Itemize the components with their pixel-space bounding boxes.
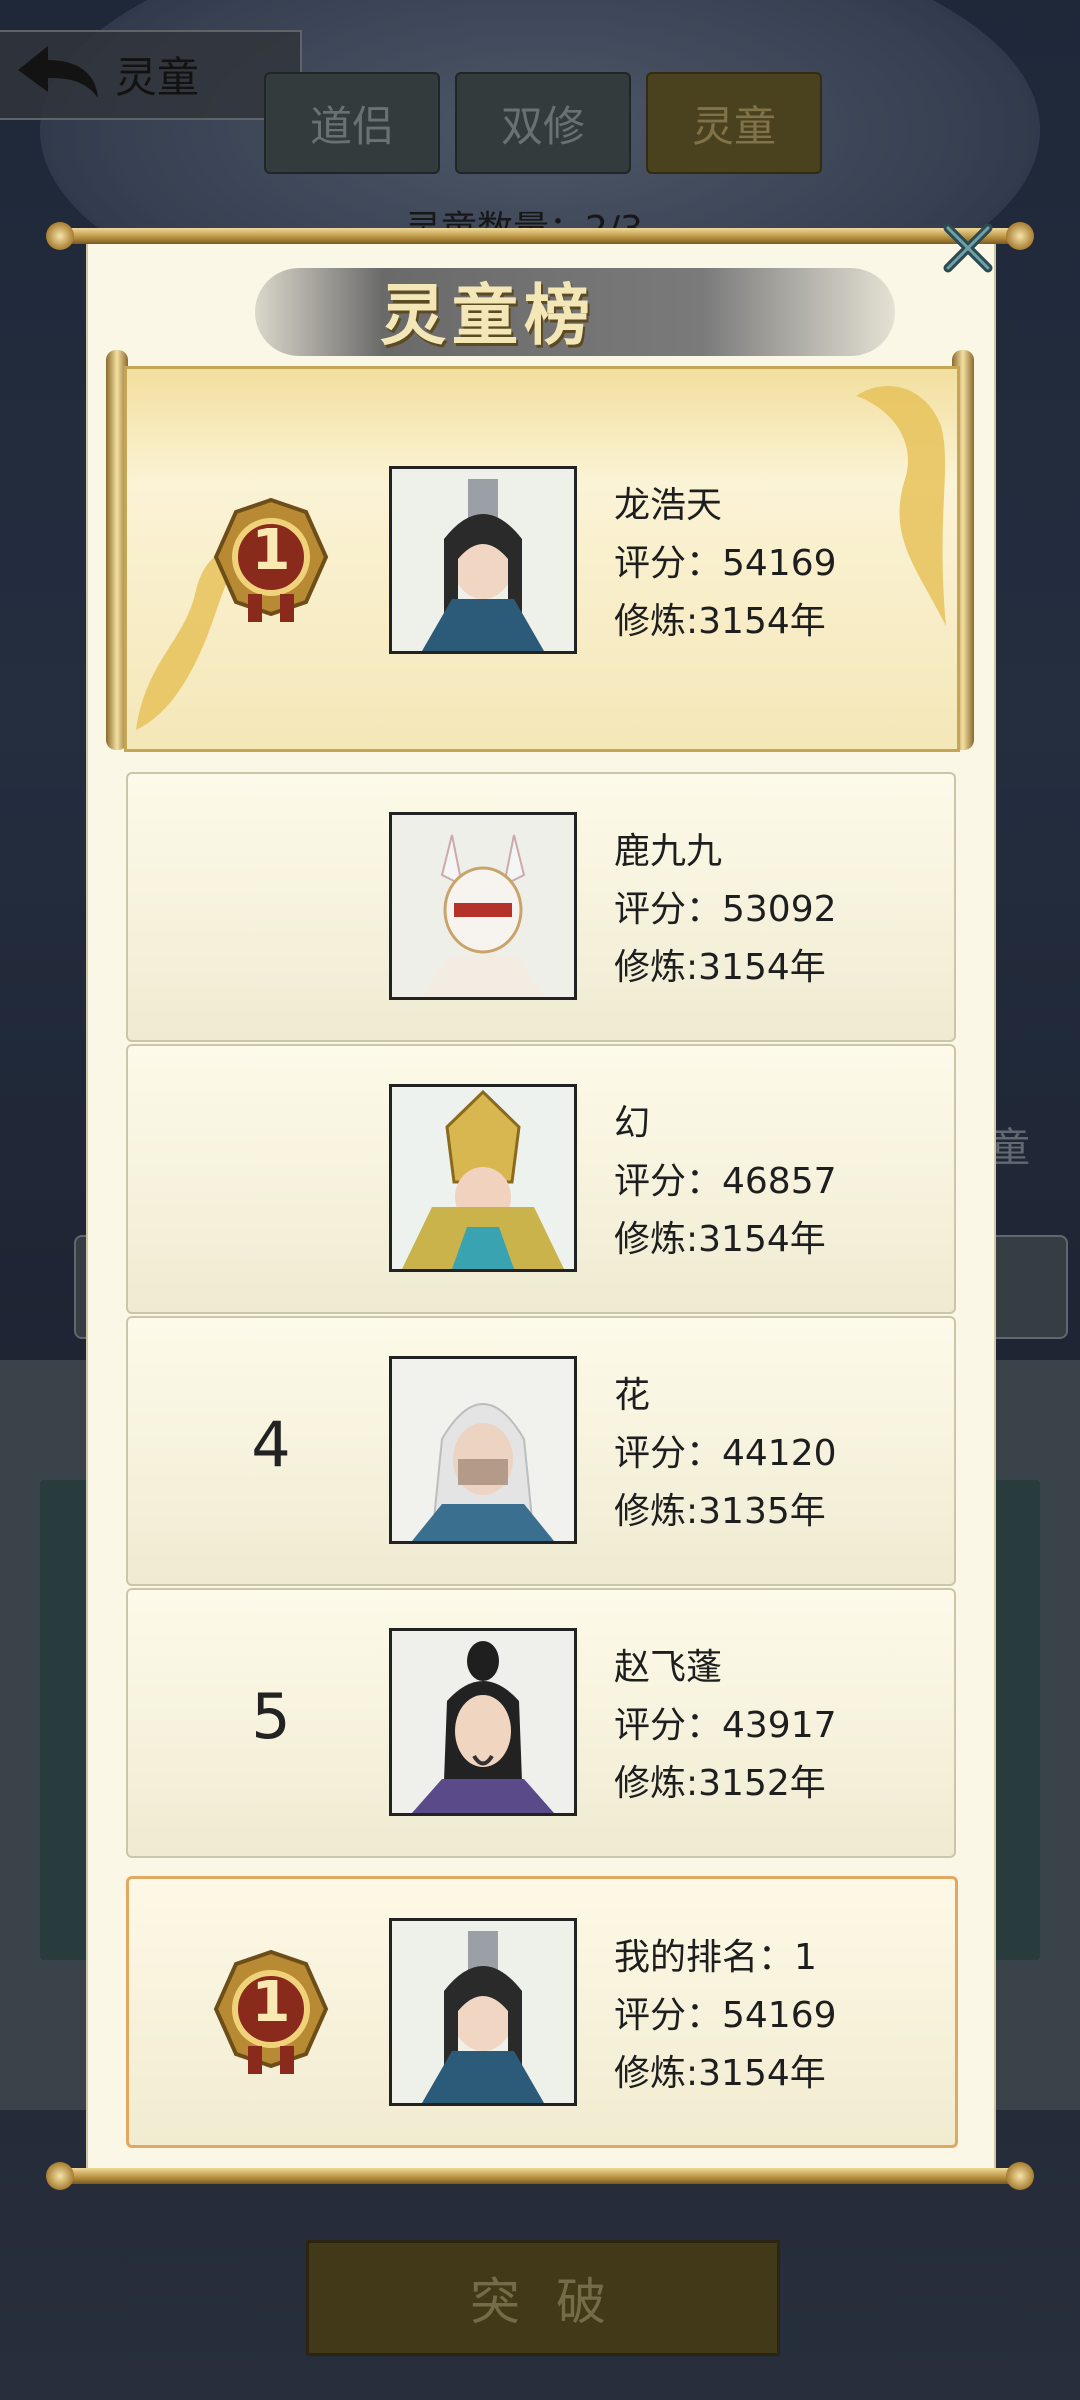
my-rank-label: 我的排名：1 bbox=[614, 1937, 817, 1978]
character-name: 花 bbox=[614, 1375, 651, 1416]
character-name: 龙浩天 bbox=[614, 485, 723, 526]
top-scroll-rod bbox=[48, 228, 1032, 244]
cultivation-text: 修炼:3154年 bbox=[614, 601, 826, 642]
score-text: 评分：54169 bbox=[614, 1995, 837, 2036]
cultivation-text: 修炼:3135年 bbox=[614, 1491, 826, 1532]
avatar[interactable] bbox=[389, 466, 577, 654]
avatar[interactable] bbox=[389, 1356, 577, 1544]
score-text: 评分：54169 bbox=[614, 543, 837, 584]
close-icon[interactable] bbox=[940, 220, 996, 276]
rod-knob bbox=[46, 222, 74, 250]
rod-knob bbox=[1006, 222, 1034, 250]
character-name: 赵飞蓬 bbox=[614, 1647, 723, 1688]
character-name: 鹿九九 bbox=[614, 831, 723, 872]
rod-knob bbox=[1006, 2162, 1034, 2190]
character-name: 幻 bbox=[614, 1103, 651, 1144]
rod-knob bbox=[46, 2162, 74, 2190]
score-text: 评分：46857 bbox=[614, 1161, 837, 1202]
phoenix-ornament-right bbox=[856, 386, 946, 626]
score-text: 评分：43917 bbox=[614, 1705, 837, 1746]
cultivation-text: 修炼:3154年 bbox=[614, 2053, 826, 2094]
score-text: 评分：53092 bbox=[614, 889, 837, 930]
cultivation-text: 修炼:3154年 bbox=[614, 1219, 826, 1260]
rank-number: 1 bbox=[251, 1970, 291, 2035]
avatar[interactable] bbox=[389, 1084, 577, 1272]
dialog-title: 灵童榜 bbox=[380, 276, 596, 354]
cultivation-text: 修炼:3154年 bbox=[614, 947, 826, 988]
rank-number: 1 bbox=[251, 518, 291, 583]
rank-number: 4 bbox=[251, 1408, 291, 1481]
avatar[interactable] bbox=[389, 1628, 577, 1816]
rank-number: 5 bbox=[251, 1680, 291, 1753]
avatar[interactable] bbox=[389, 812, 577, 1000]
cultivation-text: 修炼:3152年 bbox=[614, 1763, 826, 1804]
bottom-scroll-rod bbox=[48, 2168, 1032, 2184]
avatar bbox=[389, 1918, 577, 2106]
score-text: 评分：44120 bbox=[614, 1433, 837, 1474]
